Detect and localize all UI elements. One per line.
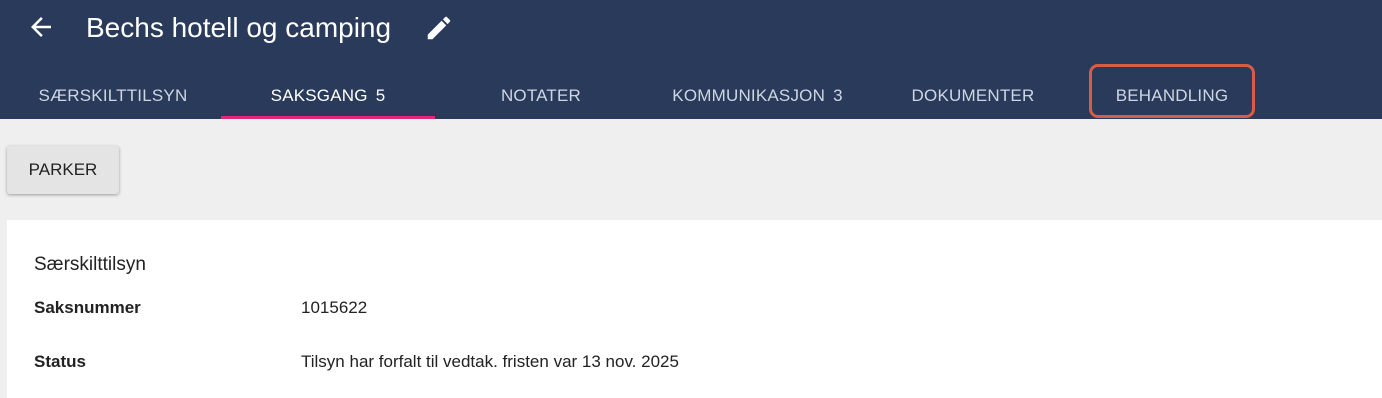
saksnummer-label: Saksnummer [34,298,141,317]
back-button[interactable] [26,12,56,42]
tab-label: KOMMUNIKASJON [672,86,826,105]
saksnummer-value: 1015622 [301,298,368,317]
park-button[interactable]: PARKER [7,146,119,194]
tab-label: BEHANDLING [1115,86,1229,105]
tab-notater[interactable]: NOTATER [455,73,627,119]
tab-label: DOKUMENTER [911,86,1035,105]
tab-label: SÆRSKILTTILSYN [38,86,188,105]
tab-kommunikasjon[interactable]: KOMMUNIKASJON 3 [650,73,865,119]
status-label: Status [34,352,86,371]
tab-count-badge: 5 [375,86,386,105]
tab-dokumenter[interactable]: DOKUMENTER [880,73,1066,119]
tab-label: NOTATER [500,86,582,105]
active-tab-indicator [221,116,435,119]
section-title: Særskilttilsyn [34,254,146,275]
tab-behandling[interactable]: BEHANDLING [1092,73,1252,119]
pencil-icon [427,16,451,40]
arrow-left-icon [31,17,51,37]
tab-saksgang[interactable]: SAKSGANG 5 [221,73,435,119]
tab-label: SAKSGANG [270,86,368,105]
details-card: Særskilttilsyn Saksnummer 1015622 Status… [7,220,1382,398]
page-title: Bechs hotell og camping [86,12,392,43]
tab-count-badge: 3 [833,86,843,105]
edit-title-button[interactable] [424,13,454,43]
status-value: Tilsyn har forfalt til vedtak. fristen v… [301,352,679,371]
tab-saerskilttilsyn[interactable]: SÆRSKILTTILSYN [18,73,208,119]
app-header: Bechs hotell og camping SÆRSKILTTILSYN S… [0,0,1382,119]
